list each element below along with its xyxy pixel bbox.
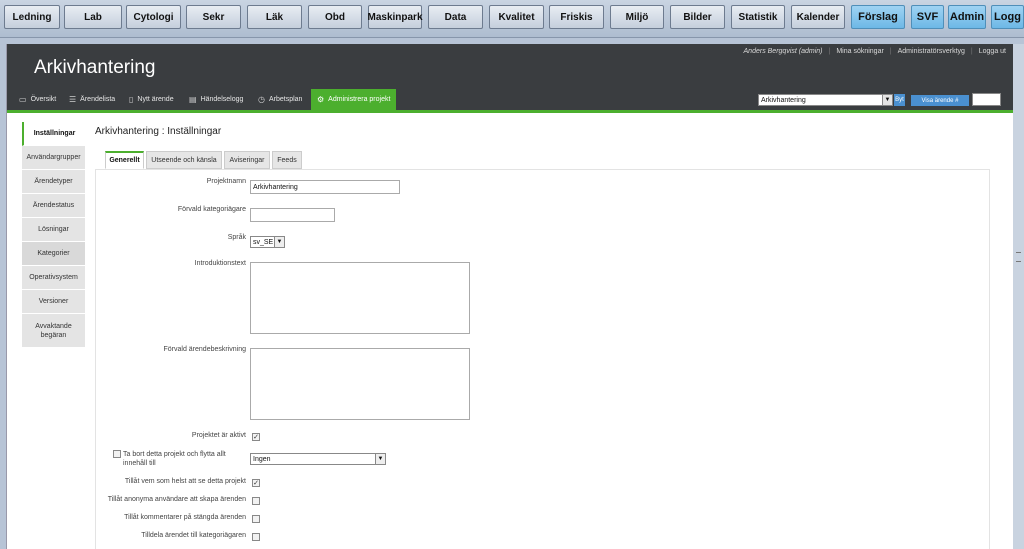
page-title: Arkivhantering : Inställningar [95,126,222,137]
scrollbar-grip[interactable] [1016,252,1021,262]
settings-form: Projektnamn Arkivhantering Förvald kateg… [95,169,990,549]
nav-lak[interactable]: Läk [247,5,302,29]
log-icon: ▤ [189,95,197,104]
menu-nytt-arende[interactable]: ▯ Nytt ärende [129,89,174,110]
sidenav-losningar[interactable]: Lösningar [22,218,85,242]
label-projektet-ar-aktivt: Projektet är aktivt [191,432,246,439]
menu-arendelista[interactable]: ☰ Ärendelista [69,89,115,110]
menu-label: Arbetsplan [268,96,303,103]
chevron-down-icon: ▼ [274,237,284,247]
nav-data[interactable]: Data [428,5,483,29]
tab-generellt[interactable]: Generellt [105,151,144,169]
tabort-checkbox[interactable] [113,450,121,458]
label-tillat-vem-som-helst: Tillåt vem som helst att se detta projek… [124,478,246,485]
project-menu: ▭ Översikt ☰ Ärendelista ▯ Nytt ärende ▤… [7,89,1020,110]
nav-statistik[interactable]: Statistik [731,5,785,29]
nav-bilder[interactable]: Bilder [670,5,725,29]
menu-administrera-projekt[interactable]: ⚙ Administrera projekt [311,89,397,110]
kommentarer-checkbox[interactable] [252,515,260,523]
list-icon: ☰ [69,95,77,104]
menu-label: Nytt ärende [137,96,174,103]
chevron-down-icon: ▼ [882,95,892,105]
nav-ledning[interactable]: Ledning [4,5,60,29]
nav-obd[interactable]: Obd [308,5,362,29]
overview-icon: ▭ [19,95,27,104]
sidenav-operativsystem[interactable]: Operativsystem [22,266,85,290]
label-forvald-kategoriagare: Förvald kategoriägare [177,206,246,213]
gear-icon: ⚙ [317,95,325,104]
separator: | [889,48,892,55]
sidenav-arendetyper[interactable]: Ärendetyper [22,170,85,194]
nav-kalender[interactable]: Kalender [791,5,845,29]
visa-arende-button[interactable]: Visa ärende # [911,95,969,106]
vertical-scrollbar[interactable] [1013,44,1024,549]
accent-divider [7,110,1020,113]
tab-feeds[interactable]: Feeds [272,151,302,169]
label-tilldela-arendet: Tilldela ärendet till kategoriägaren [141,532,246,539]
label-sprak: Språk [227,234,246,241]
nav-sekr[interactable]: Sekr [186,5,241,29]
kategoriagare-input[interactable] [250,208,335,222]
label-forvald-arendebeskrivning: Förvald ärendebeskrivning [163,346,247,353]
sidenav-arendestatus[interactable]: Ärendestatus [22,194,85,218]
menu-arbetsplan[interactable]: ◷ Arbetsplan [258,89,302,110]
menu-label: Händelselogg [200,96,244,103]
aktivt-checkbox[interactable]: ✓ [252,433,260,441]
separator: | [970,48,973,55]
arendebeskrivning-textarea[interactable] [250,348,470,420]
flytta-till-select[interactable]: Ingen ▼ [250,453,386,465]
sidenav-anvandargrupper[interactable]: Användargrupper [22,146,85,170]
projektnamn-input[interactable]: Arkivhantering [250,180,400,194]
menu-label: Ärendelista [80,96,116,103]
separator: | [828,48,831,55]
sidenav-installningar[interactable]: Inställningar [22,122,85,146]
link-administratorsverktyg[interactable]: Administratörsverktyg [898,48,965,55]
label-ta-bort-projekt: Ta bort detta projekt och flytta allt in… [123,451,226,467]
visa-arende-input[interactable] [972,93,1001,106]
tilldela-checkbox[interactable] [252,533,260,541]
app-frame: Arkivhantering Anders Bergqvist (admin) … [6,44,1020,549]
nav-admin[interactable]: Admin [948,5,986,29]
menu-label: Översikt [30,96,57,103]
menu-label: Administrera projekt [328,96,391,103]
link-mina-sokningar[interactable]: Mina sökningar [836,48,883,55]
current-user: Anders Bergqvist (admin) [743,48,823,55]
tab-utseende[interactable]: Utseende och känsla [146,151,222,169]
nav-svf[interactable]: SVF [911,5,944,29]
nav-kvalitet[interactable]: Kvalitet [489,5,544,29]
menu-oversikt[interactable]: ▭ Översikt [19,89,56,110]
nav-maskinpark[interactable]: Maskinpark [367,5,423,29]
link-logga-ut[interactable]: Logga ut [979,48,1006,55]
chevron-down-icon: ▼ [375,454,385,464]
nav-miljo[interactable]: Miljö [610,5,664,29]
label-introduktionstext: Introduktionstext [194,260,246,267]
sidenav-versioner[interactable]: Versioner [22,290,85,314]
flytta-till-value: Ingen [253,455,271,463]
byt-button[interactable]: Byt [894,94,905,106]
nav-cytologi[interactable]: Cytologi [126,5,181,29]
anonyma-checkbox[interactable] [252,497,260,505]
introduktionstext-textarea[interactable] [250,262,470,334]
project-select-value: Arkivhantering [761,96,806,104]
sidenav-avvaktande-begaran[interactable]: Avvaktande begäran [22,314,85,348]
nav-friskis[interactable]: Friskis [549,5,604,29]
new-issue-icon: ▯ [129,95,134,104]
top-navigation: Ledning Lab Cytologi Sekr Läk Obd Maskin… [0,0,1024,38]
clock-icon: ◷ [258,95,265,104]
nav-forslag[interactable]: Förslag [851,5,905,29]
label-projektnamn: Projektnamn [206,178,246,185]
project-select[interactable]: Arkivhantering ▼ [758,94,893,106]
sidenav-kategorier[interactable]: Kategorier [22,242,85,266]
tab-aviseringar[interactable]: Aviseringar [224,151,270,169]
nav-logg[interactable]: Logg [991,5,1024,29]
label-tillat-kommentarer: Tillåt kommentarer på stängda ärenden [124,514,246,521]
nav-lab[interactable]: Lab [64,5,122,29]
label-tillat-anonyma: Tillåt anonyma användare att skapa ärend… [107,496,246,503]
user-links: Anders Bergqvist (admin) | Mina sökninga… [744,48,1006,55]
project-title: Arkivhantering [34,57,156,78]
menu-handelselogg[interactable]: ▤ Händelselogg [189,89,243,110]
sprak-select[interactable]: sv_SE ▼ [250,236,285,248]
sprak-select-value: sv_SE [253,238,274,246]
vemsomhelst-checkbox[interactable]: ✓ [252,479,260,487]
